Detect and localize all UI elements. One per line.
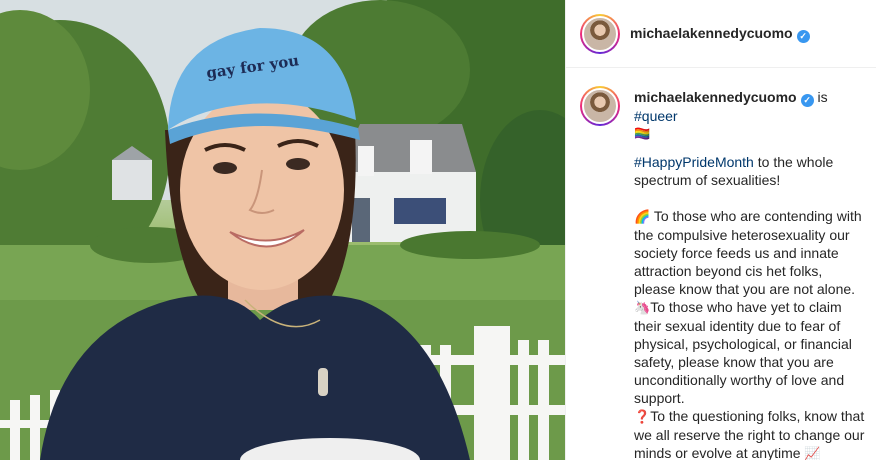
caption-paragraph-2: 🦄To those who have yet to claim their se…	[634, 298, 866, 407]
post-side-panel: michaelakennedycuomo ✓ michaelakennedycuo…	[565, 0, 876, 460]
caption-verified-badge-icon: ✓	[800, 94, 814, 107]
chart-increasing-icon: 📈	[804, 446, 821, 460]
paragraph-1-text: To those who are contending with the com…	[634, 208, 862, 297]
question-mark-icon: ❓	[634, 409, 651, 424]
username-link[interactable]: michaelakennedycuomo ✓	[630, 25, 810, 43]
caption-username-link[interactable]: michaelakennedycuomo	[634, 89, 797, 105]
avatar[interactable]	[580, 13, 620, 54]
caption-paragraph-1: 🌈 To those who are contending with the c…	[634, 207, 866, 298]
unicorn-icon: 🦄	[634, 300, 651, 315]
post-photo[interactable]: gay for you	[0, 0, 565, 460]
paragraph-3-text: To the questioning folks, know that we a…	[634, 408, 865, 460]
post-header: michaelakennedycuomo ✓	[566, 0, 876, 68]
hashtag-pride-link[interactable]: #HappyPrideMonth	[634, 154, 754, 170]
caption: michaelakennedycuomo ✓ is #queer 🏳️‍🌈 #Ha…	[566, 68, 876, 460]
caption-intro: michaelakennedycuomo ✓ is #queer 🏳️‍🌈	[634, 88, 866, 143]
rainbow-icon: 🌈	[634, 209, 651, 224]
username-text: michaelakennedycuomo	[630, 24, 793, 41]
pride-flag-icon: 🏳️‍🌈	[634, 126, 651, 141]
caption-avatar[interactable]	[580, 86, 620, 126]
caption-is-text: is	[817, 89, 828, 105]
caption-body: michaelakennedycuomo ✓ is #queer 🏳️‍🌈 #Ha…	[634, 88, 866, 460]
caption-paragraph-3: ❓To the questioning folks, know that we …	[634, 407, 866, 460]
verified-badge-icon: ✓	[796, 29, 810, 43]
instagram-post: gay for you michaelakennedycuomo ✓ michae…	[0, 0, 876, 460]
paragraph-2-text: To those who have yet to claim their sex…	[634, 299, 852, 406]
pride-line: #HappyPrideMonth to the whole spectrum o…	[634, 153, 866, 189]
photo-illustration: gay for you	[0, 0, 565, 460]
hashtag-queer-link[interactable]: #queer	[634, 108, 678, 124]
